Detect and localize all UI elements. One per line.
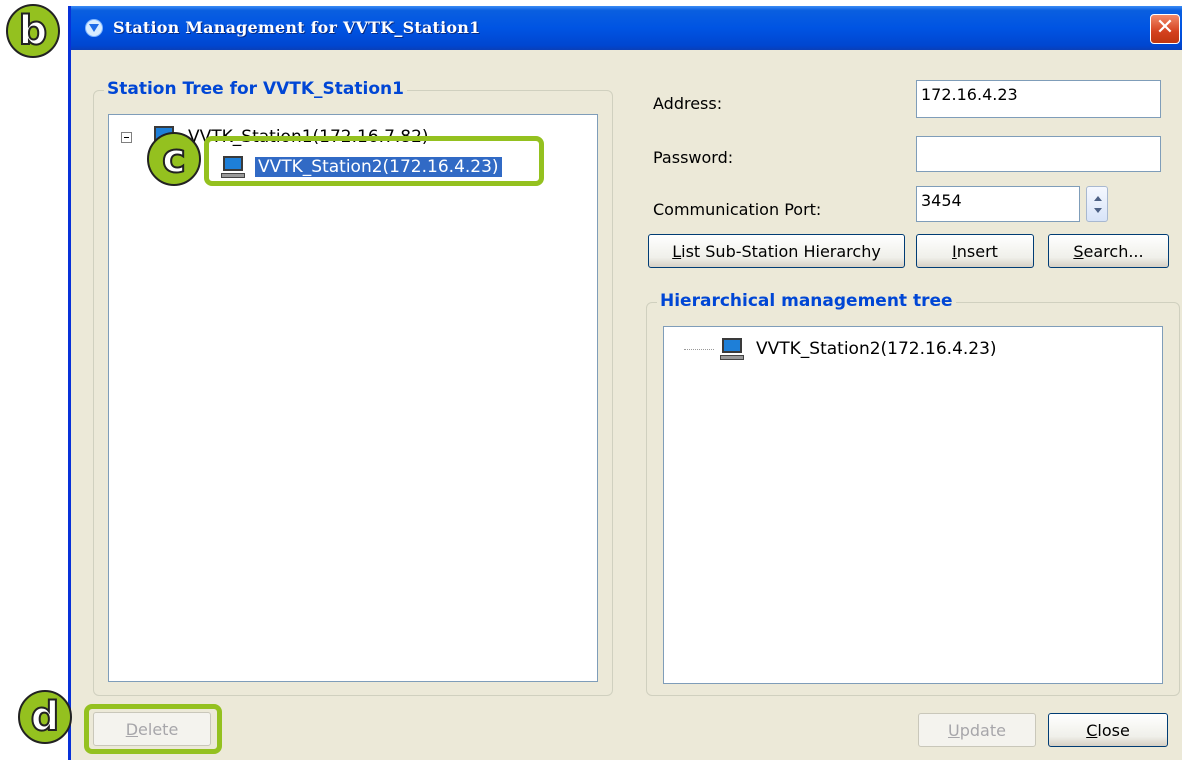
callout-badge-b: b <box>6 4 60 58</box>
search-mnemonic: S <box>1073 241 1084 261</box>
spin-up-icon[interactable] <box>1094 196 1102 201</box>
insert-label: nsert <box>956 241 998 261</box>
communication-port-field[interactable]: 3454 <box>916 186 1080 222</box>
spin-down-icon[interactable] <box>1094 208 1102 213</box>
station-tree-legend: Station Tree for VVTK_Station1 <box>104 79 407 99</box>
close-button[interactable]: Close <box>1048 713 1168 747</box>
update-label: pdate <box>959 720 1006 740</box>
update-button[interactable]: Update <box>918 713 1036 747</box>
hierarchical-tree-group: Hierarchical management tree VVTK_Statio… <box>646 291 1180 696</box>
callout-highlight-d <box>84 704 222 754</box>
station-tree[interactable]: VVTK_Station1(172.16.7.82) VVTK_Station2… <box>108 114 598 682</box>
close-label: lose <box>1097 720 1130 740</box>
password-label: Password: <box>653 148 734 167</box>
list-label: ist Sub-Station Hierarchy <box>681 241 881 261</box>
hierarchical-tree[interactable]: VVTK_Station2(172.16.4.23) <box>663 326 1163 684</box>
address-label: Address: <box>653 94 723 113</box>
window-close-button[interactable]: ✕ <box>1150 14 1180 44</box>
insert-button[interactable]: Insert <box>916 234 1034 268</box>
hier-tree-node[interactable]: VVTK_Station2(172.16.4.23) <box>684 337 997 361</box>
address-field[interactable]: 172.16.4.23 <box>916 80 1161 118</box>
computer-icon <box>720 337 744 361</box>
search-button[interactable]: Search... <box>1048 234 1169 268</box>
callout-badge-d: d <box>18 690 72 744</box>
search-label: earch... <box>1083 241 1144 261</box>
title-bar[interactable]: Station Management for VVTK_Station1 ✕ <box>71 6 1182 50</box>
close-x-icon: ✕ <box>1155 15 1175 40</box>
hierarchical-tree-legend: Hierarchical management tree <box>657 291 956 311</box>
communication-port-label: Communication Port: <box>653 200 822 219</box>
collapse-icon[interactable] <box>121 131 132 143</box>
station-management-window: Station Management for VVTK_Station1 ✕ S… <box>68 6 1182 760</box>
window-title: Station Management for VVTK_Station1 <box>113 18 481 37</box>
tree-connector <box>684 348 714 350</box>
list-sub-station-hierarchy-button[interactable]: List Sub-Station Hierarchy <box>648 234 905 268</box>
callout-highlight-c <box>204 136 544 186</box>
update-mnemonic: U <box>948 720 960 740</box>
hier-tree-node-label: VVTK_Station2(172.16.4.23) <box>756 339 997 359</box>
callout-badge-c: c <box>147 132 201 186</box>
port-spinner[interactable] <box>1086 186 1108 222</box>
list-mnemonic: L <box>672 241 682 261</box>
password-field[interactable] <box>916 136 1161 172</box>
close-mnemonic: C <box>1086 720 1098 740</box>
app-icon <box>85 19 103 37</box>
